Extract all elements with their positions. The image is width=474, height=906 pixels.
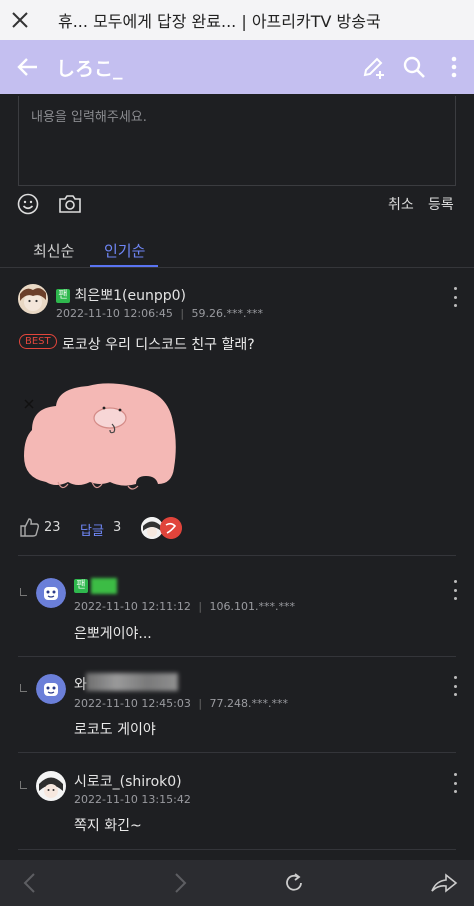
share-icon[interactable] [430, 872, 458, 898]
reply-author-name[interactable]: 와 [74, 674, 87, 694]
like-up-icon[interactable] [18, 516, 40, 542]
channel-name: しろこ_ [56, 57, 123, 80]
avatar[interactable] [36, 771, 66, 801]
comment-actions: 23 답글 3 [0, 514, 474, 542]
sticker-image[interactable] [18, 372, 183, 494]
comment-meta: 2022-11-10 12:06:45 | 59.26.***.*** [56, 307, 264, 320]
active-tab-indicator [90, 265, 158, 267]
reply-meta: 2022-11-10 12:11:12 | 106.101.***.*** [74, 600, 296, 613]
divider [18, 849, 456, 850]
comment-more-icon[interactable] [449, 287, 461, 307]
reply-ip: 106.101.***.*** [209, 600, 296, 613]
fan-badge: 팬 [56, 289, 70, 303]
reply-indent-marker [20, 588, 27, 596]
comment-toolbar: 취소 등록 [0, 188, 474, 220]
browser-bottom-bar [0, 860, 474, 906]
reply-text: 은뽀게이야... [74, 626, 152, 642]
reply-author-name[interactable]: 시로코_(shirok0) [74, 771, 182, 791]
browser-title: 휴... 모두에게 답장 완료... | 아프리카TV 방송국 [58, 12, 381, 31]
back-arrow-icon[interactable] [0, 40, 56, 94]
refresh-icon[interactable] [283, 872, 305, 898]
like-count: 23 [44, 520, 61, 535]
reply-more-icon[interactable] [449, 773, 461, 793]
comment-date: 2022-11-10 12:06:45 [56, 307, 173, 320]
reply-date: 2022-11-10 12:11:12 [74, 600, 191, 613]
search-icon[interactable] [394, 40, 434, 94]
sort-tabs: 최신순 인기순 [0, 232, 474, 268]
comment-input-placeholder: 내용을 입력해주세요. [31, 110, 147, 125]
more-menu-icon[interactable] [434, 40, 474, 94]
write-icon[interactable] [354, 40, 394, 94]
divider [18, 656, 456, 657]
app-header: しろこ_ [0, 40, 474, 94]
reply-meta: 2022-11-10 12:45:03 | 77.248.***.*** [74, 697, 289, 710]
blurred-username [91, 578, 117, 594]
replier-avatar [160, 517, 182, 539]
cancel-button[interactable]: 취소 [388, 194, 414, 214]
reply-text: 로코도 게이야 [74, 722, 156, 738]
emoji-icon[interactable] [17, 193, 39, 219]
comment-text: 로코상 우리 디스코드 친구 할래? [62, 337, 255, 353]
reply-date: 2022-11-10 13:15:42 [74, 793, 191, 806]
blurred-username [86, 673, 178, 691]
close-icon[interactable] [0, 0, 40, 40]
best-badge: BEST [19, 334, 57, 349]
avatar[interactable] [36, 674, 66, 704]
comment-ip: 59.26.***.*** [191, 307, 264, 320]
browser-title-bar: 휴... 모두에게 답장 완료... | 아프리카TV 방송국 [0, 0, 474, 40]
reply-count: 3 [113, 520, 122, 535]
fan-badge: 팬 [74, 579, 88, 593]
reply-indent-marker [20, 684, 27, 692]
comment-author[interactable]: 팬 최은뽀1(eunpp0) [56, 285, 186, 305]
avatar[interactable] [18, 284, 48, 314]
comment-input[interactable]: 내용을 입력해주세요. [18, 96, 456, 186]
browser-forward-icon[interactable] [170, 872, 190, 898]
reply-button[interactable]: 답글 [80, 520, 104, 539]
divider [18, 555, 456, 556]
submit-button[interactable]: 등록 [428, 194, 454, 214]
reply-more-icon[interactable] [449, 676, 461, 696]
reply-text: 쪽지 화긴~ [74, 818, 142, 834]
tab-popular[interactable]: 인기순 [104, 240, 145, 261]
reply-indent-marker [20, 781, 27, 789]
browser-back-icon[interactable] [20, 872, 40, 898]
tab-latest[interactable]: 최신순 [33, 240, 74, 261]
divider [18, 752, 456, 753]
avatar[interactable] [36, 578, 66, 608]
reply-date: 2022-11-10 12:45:03 [74, 697, 191, 710]
reply-more-icon[interactable] [449, 580, 461, 600]
camera-icon[interactable] [58, 193, 82, 219]
reply-ip: 77.248.***.*** [209, 697, 289, 710]
comment-author-name: 최은뽀1(eunpp0) [74, 288, 186, 304]
reply-author[interactable]: 팬 [74, 578, 88, 594]
